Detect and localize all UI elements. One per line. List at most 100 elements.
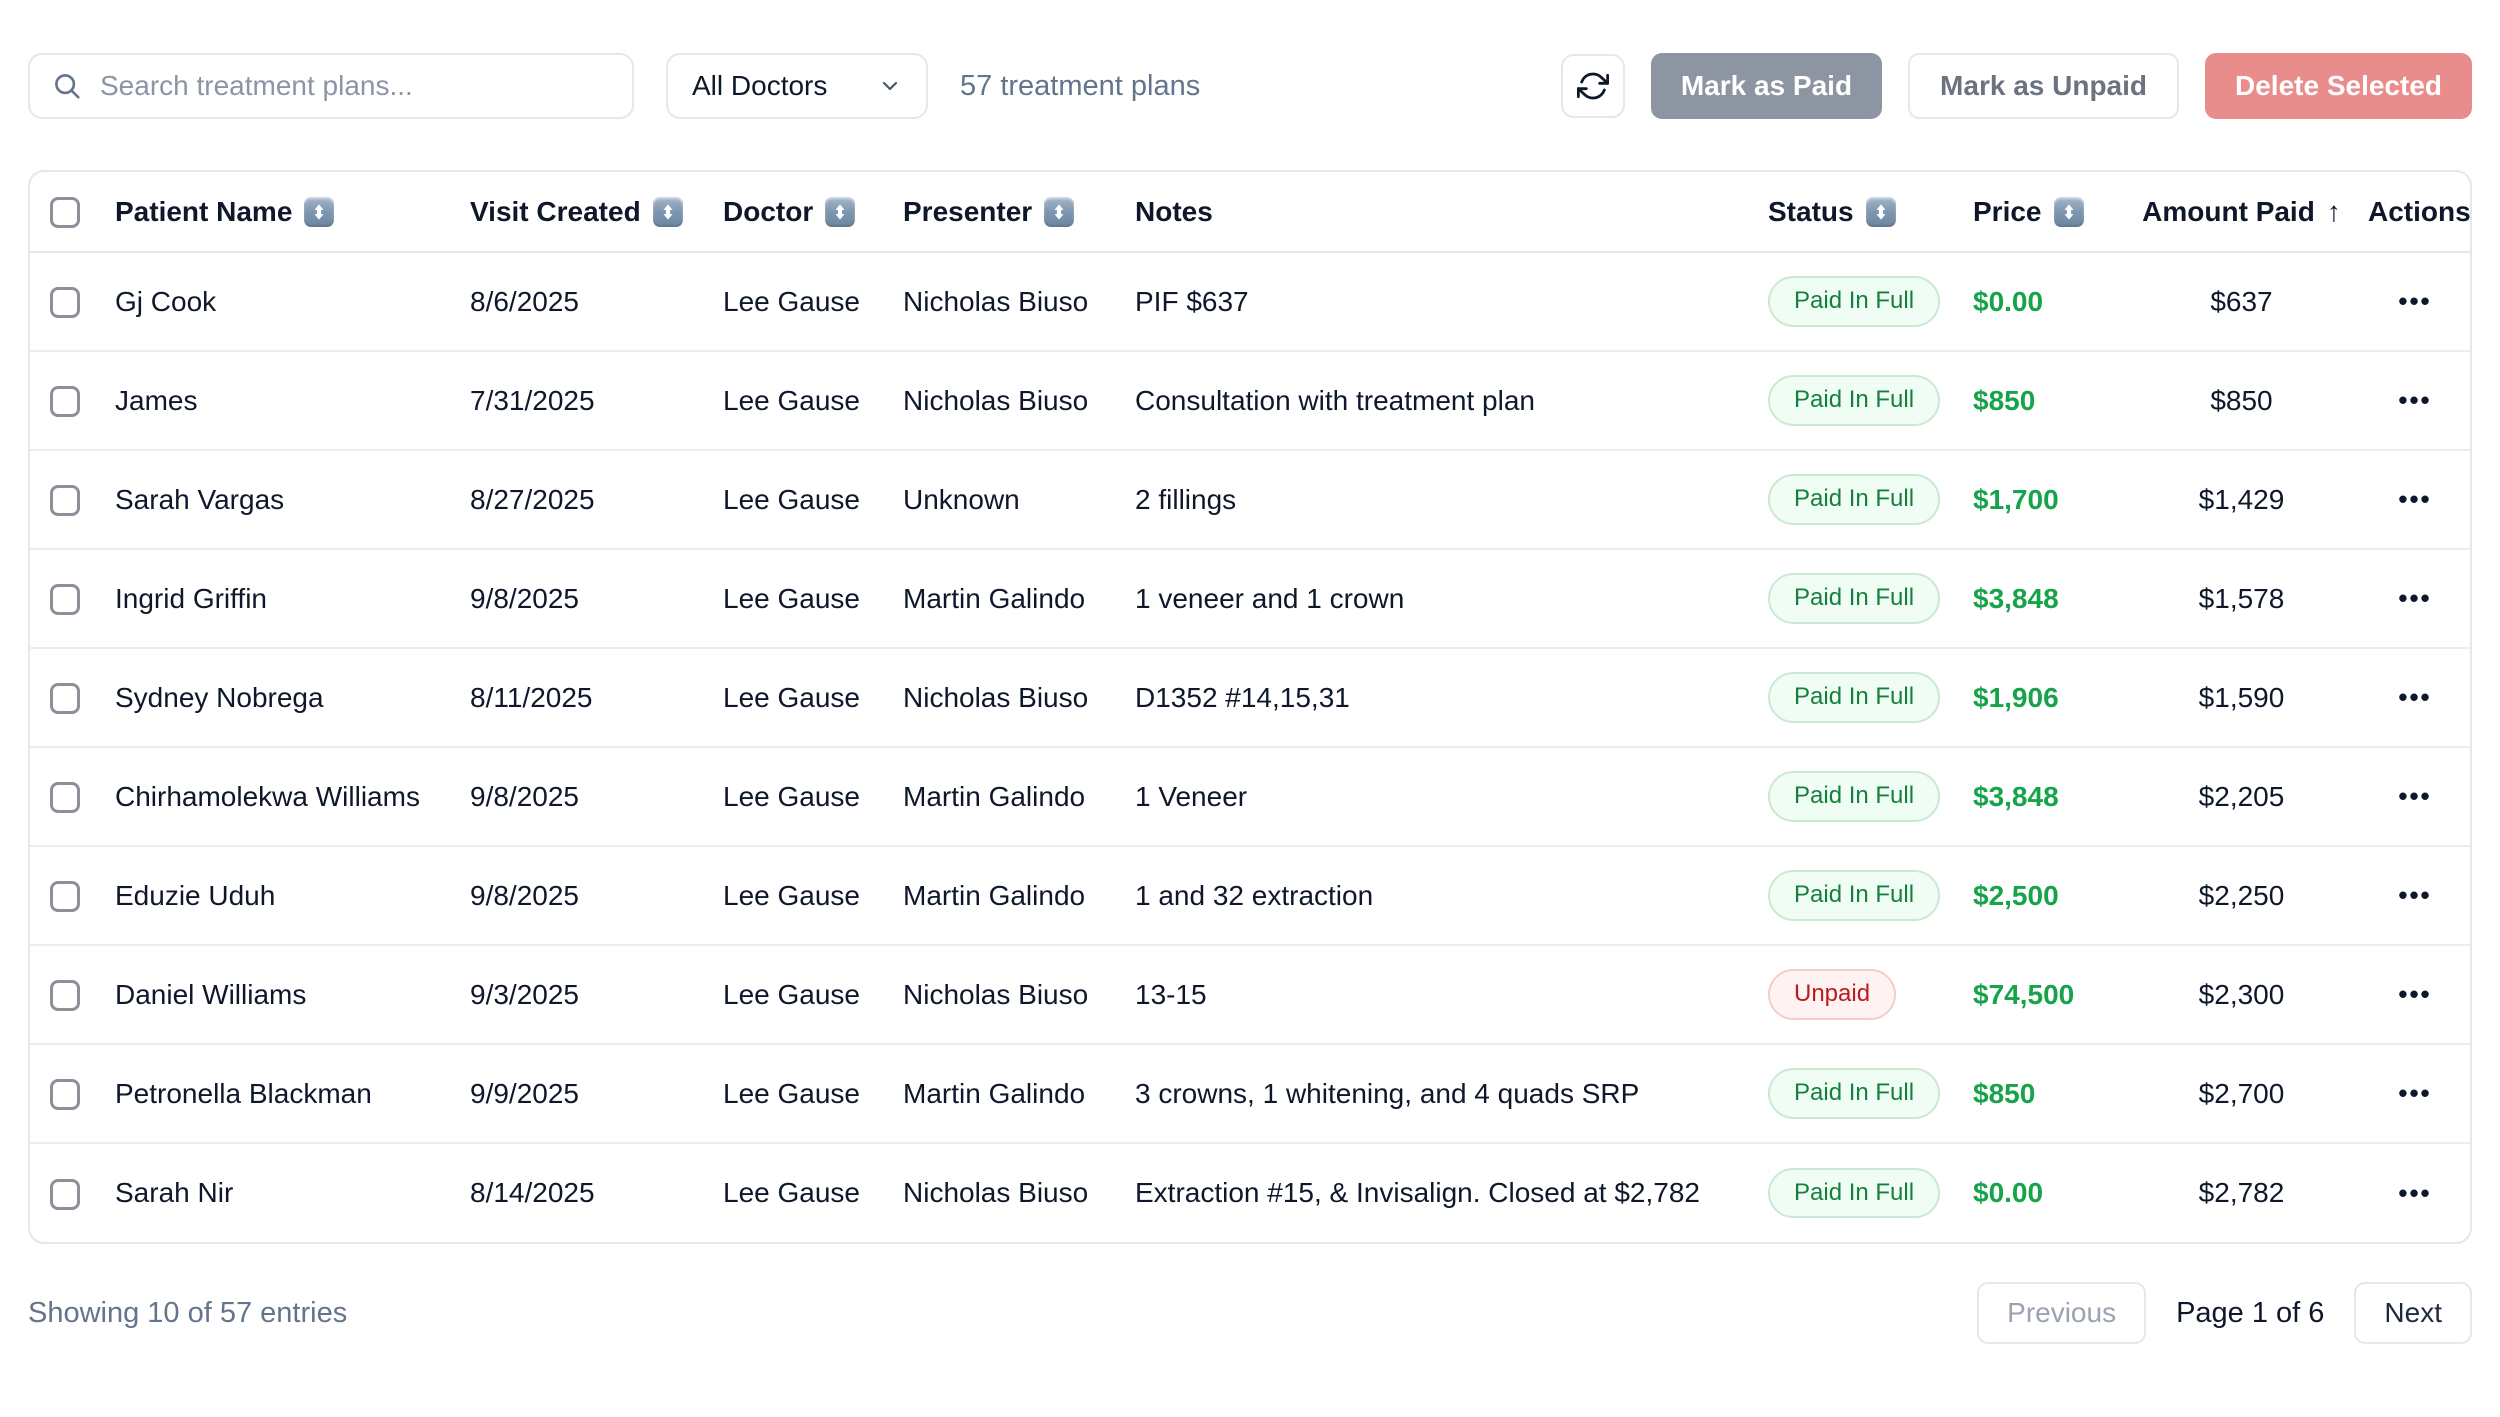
status-badge: Unpaid [1768,969,1896,1020]
select-all-checkbox[interactable] [50,197,80,228]
mark-as-paid-button[interactable]: Mark as Paid [1651,53,1882,119]
price-value: $850 [1973,1078,2035,1109]
patient-name-cell: Gj Cook [115,252,470,351]
row-checkbox[interactable] [50,1079,80,1110]
row-actions-button[interactable]: ••• [2388,276,2441,327]
status-badge: Paid In Full [1768,375,1940,426]
previous-page-button[interactable]: Previous [1977,1282,2146,1344]
doctor-cell: Lee Gause [723,648,903,747]
notes-cell: 13-15 [1135,945,1768,1044]
presenter-cell: Nicholas Biuso [903,1143,1135,1242]
visit-created-cell: 8/6/2025 [470,252,723,351]
sort-icon [825,197,855,227]
doctor-cell: Lee Gause [723,846,903,945]
delete-selected-button[interactable]: Delete Selected [2205,53,2472,119]
status-badge: Paid In Full [1768,1168,1940,1219]
sort-icon [1866,197,1896,227]
table-body: Gj Cook 8/6/2025 Lee Gause Nicholas Bius… [30,252,2470,1242]
refresh-button[interactable] [1561,54,1625,118]
notes-cell: Extraction #15, & Invisalign. Closed at … [1135,1143,1768,1242]
row-actions-button[interactable]: ••• [2388,1068,2441,1119]
table-row: Chirhamolekwa Williams 9/8/2025 Lee Gaus… [30,747,2470,846]
row-checkbox[interactable] [50,485,80,516]
column-header-status[interactable]: Status [1768,172,1973,252]
status-badge: Paid In Full [1768,870,1940,921]
next-page-button[interactable]: Next [2354,1282,2472,1344]
row-checkbox[interactable] [50,683,80,714]
doctor-cell: Lee Gause [723,1143,903,1242]
column-header-price[interactable]: Price [1973,172,2123,252]
price-value: $2,500 [1973,880,2059,911]
table-row: Daniel Williams 9/3/2025 Lee Gause Nicho… [30,945,2470,1044]
row-actions-button[interactable]: ••• [2388,771,2441,822]
amount-paid-value: $2,205 [2199,781,2285,812]
patient-name-cell: James [115,351,470,450]
toolbar: All Doctors 57 treatment plans Mark as P… [28,53,2472,119]
visit-created-cell: 9/9/2025 [470,1044,723,1143]
treatment-plan-count: 57 treatment plans [960,70,1200,103]
doctor-cell: Lee Gause [723,450,903,549]
doctor-cell: Lee Gause [723,252,903,351]
column-header-doctor[interactable]: Doctor [723,172,903,252]
patient-name-cell: Ingrid Griffin [115,549,470,648]
doctor-cell: Lee Gause [723,351,903,450]
price-value: $74,500 [1973,979,2074,1010]
pagination-bar: Showing 10 of 57 entries Previous Page 1… [28,1282,2472,1344]
presenter-cell: Martin Galindo [903,549,1135,648]
row-actions-button[interactable]: ••• [2388,870,2441,921]
amount-paid-value: $1,429 [2199,484,2285,515]
status-badge: Paid In Full [1768,573,1940,624]
row-checkbox[interactable] [50,881,80,912]
price-value: $1,700 [1973,484,2059,515]
presenter-cell: Martin Galindo [903,846,1135,945]
presenter-cell: Nicholas Biuso [903,945,1135,1044]
presenter-cell: Nicholas Biuso [903,252,1135,351]
notes-cell: Consultation with treatment plan [1135,351,1768,450]
row-actions-button[interactable]: ••• [2388,375,2441,426]
treatment-plans-table: Patient Name Visit Created Doctor Presen… [30,172,2470,1242]
row-checkbox[interactable] [50,782,80,813]
doctor-filter-select[interactable]: All Doctors [666,53,928,119]
price-value: $0.00 [1973,1177,2043,1208]
column-header-presenter[interactable]: Presenter [903,172,1135,252]
sort-icon [1044,197,1074,227]
sort-icon [653,197,683,227]
table-row: Gj Cook 8/6/2025 Lee Gause Nicholas Bius… [30,252,2470,351]
search-input[interactable] [98,69,610,103]
mark-as-unpaid-button[interactable]: Mark as Unpaid [1908,53,2179,119]
row-actions-button[interactable]: ••• [2388,573,2441,624]
doctor-cell: Lee Gause [723,945,903,1044]
table-row: Eduzie Uduh 9/8/2025 Lee Gause Martin Ga… [30,846,2470,945]
column-header-visit-created[interactable]: Visit Created [470,172,723,252]
row-checkbox[interactable] [50,287,80,318]
price-value: $850 [1973,385,2035,416]
row-actions-button[interactable]: ••• [2388,474,2441,525]
status-badge: Paid In Full [1768,474,1940,525]
table-header-row: Patient Name Visit Created Doctor Presen… [30,172,2470,252]
amount-paid-value: $2,250 [2199,880,2285,911]
presenter-cell: Nicholas Biuso [903,351,1135,450]
row-checkbox[interactable] [50,584,80,615]
patient-name-cell: Sarah Vargas [115,450,470,549]
column-header-patient-name[interactable]: Patient Name [115,172,470,252]
column-header-amount-paid[interactable]: Amount Paid↑ [2123,172,2368,252]
row-checkbox[interactable] [50,1179,80,1210]
row-checkbox[interactable] [50,980,80,1011]
notes-cell: 1 veneer and 1 crown [1135,549,1768,648]
row-checkbox[interactable] [50,386,80,417]
presenter-cell: Martin Galindo [903,747,1135,846]
visit-created-cell: 8/27/2025 [470,450,723,549]
row-actions-button[interactable]: ••• [2388,672,2441,723]
search-box[interactable] [28,53,634,119]
showing-entries-label: Showing 10 of 57 entries [28,1297,347,1330]
notes-cell: D1352 #14,15,31 [1135,648,1768,747]
row-actions-button[interactable]: ••• [2388,1168,2441,1219]
sort-icon [304,197,334,227]
table-row: James 7/31/2025 Lee Gause Nicholas Biuso… [30,351,2470,450]
row-actions-button[interactable]: ••• [2388,969,2441,1020]
amount-paid-value: $2,782 [2199,1177,2285,1208]
table-row: Sydney Nobrega 8/11/2025 Lee Gause Nicho… [30,648,2470,747]
page-indicator: Page 1 of 6 [2176,1297,2324,1330]
patient-name-cell: Sydney Nobrega [115,648,470,747]
notes-cell: 1 and 32 extraction [1135,846,1768,945]
